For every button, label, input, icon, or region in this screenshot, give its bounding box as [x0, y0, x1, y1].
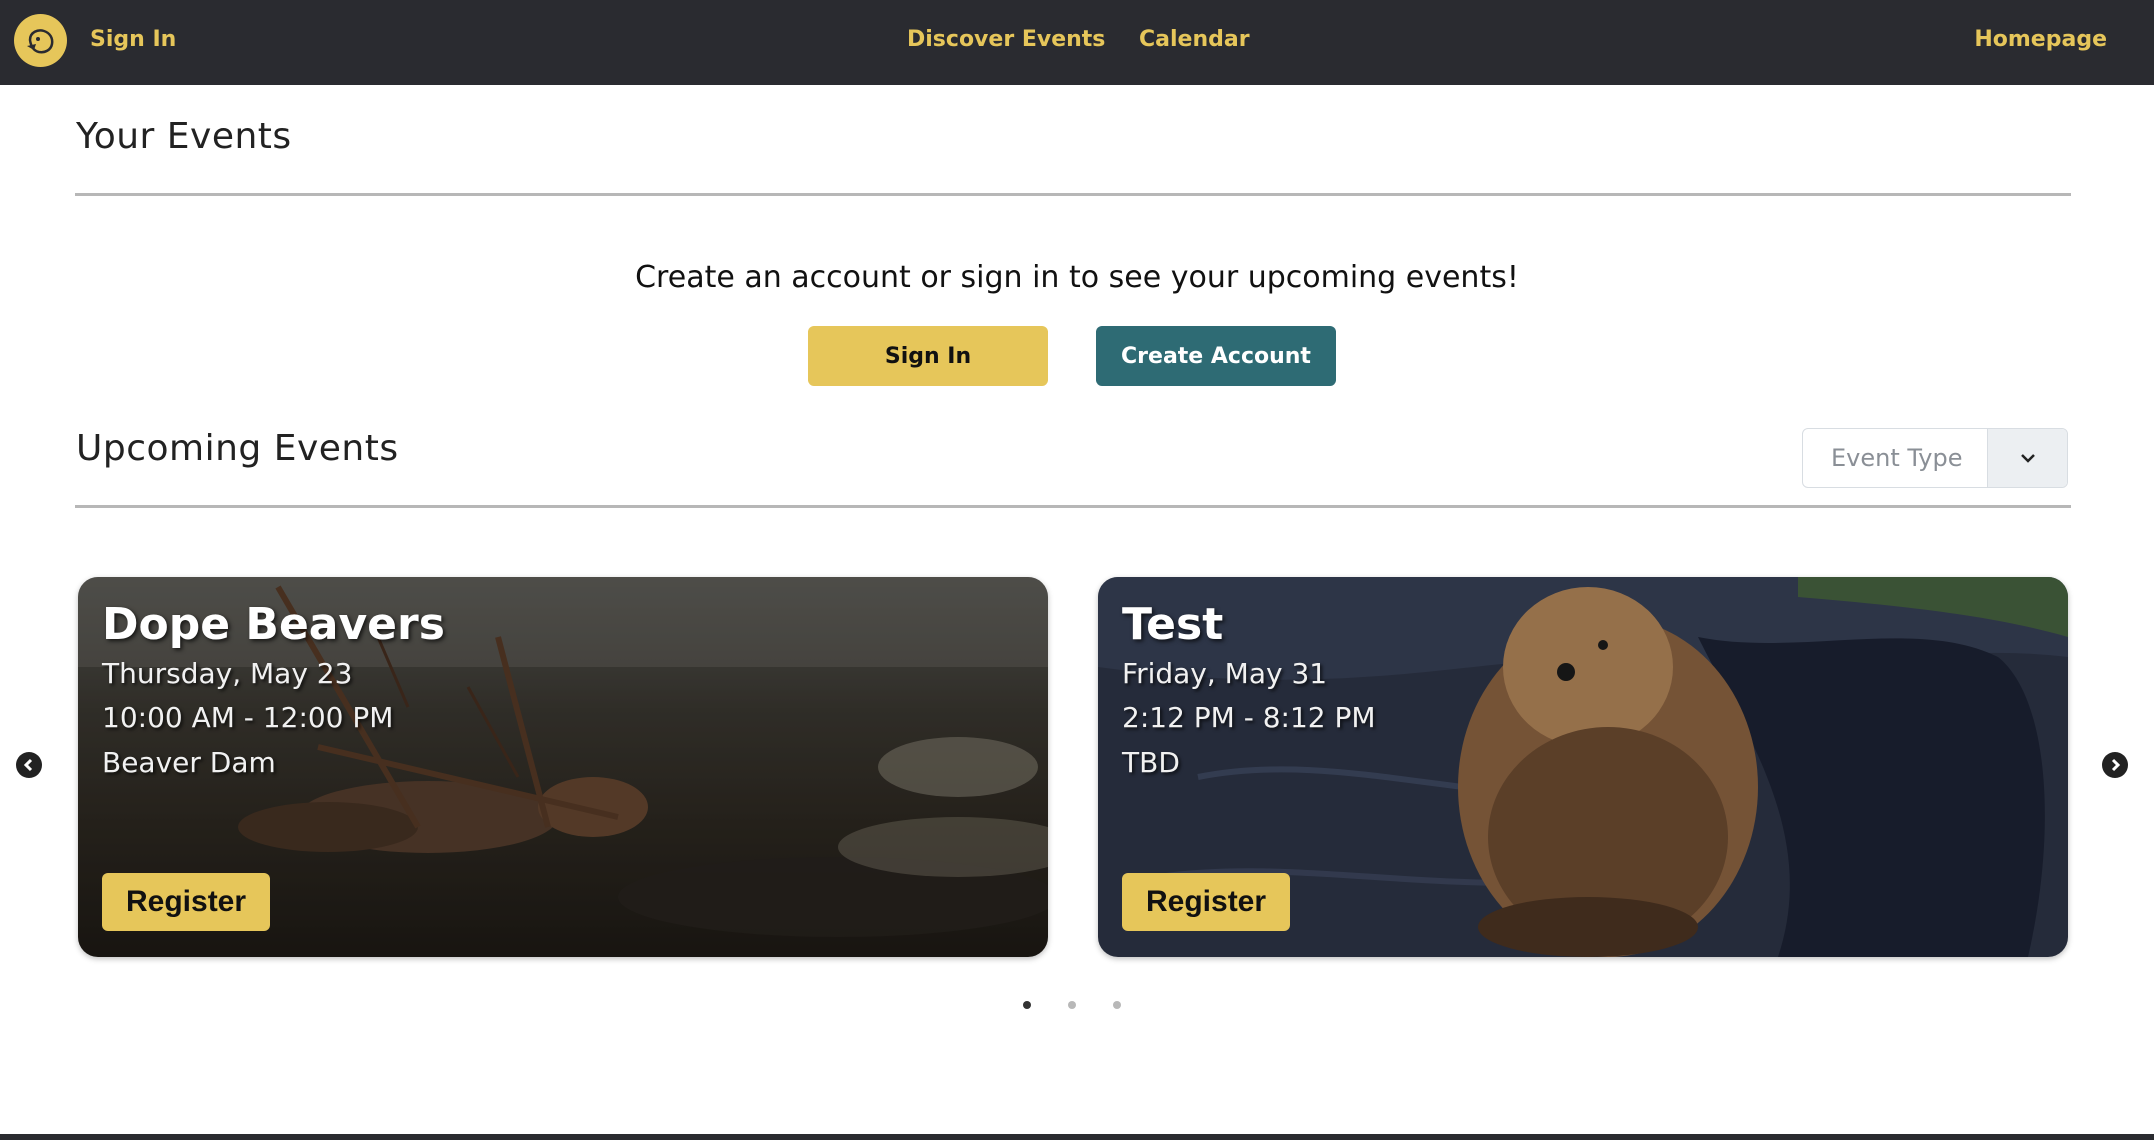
create-account-button[interactable]: Create Account: [1096, 326, 1336, 386]
carousel-dot-2[interactable]: [1068, 1001, 1076, 1009]
nav-homepage-link[interactable]: Homepage: [1974, 27, 2107, 52]
beaver-logo-icon[interactable]: [14, 14, 67, 67]
event-location: TBD: [1122, 746, 1180, 779]
chevron-down-icon[interactable]: [1987, 429, 2067, 487]
nav-sign-in-link[interactable]: Sign In: [90, 27, 176, 52]
event-type-dropdown[interactable]: Event Type: [1802, 428, 2068, 488]
event-date: Thursday, May 23: [102, 657, 353, 690]
event-time: 2:12 PM - 8:12 PM: [1122, 701, 1376, 734]
divider: [75, 193, 2071, 196]
event-title: Dope Beavers: [102, 599, 445, 650]
divider: [75, 505, 2071, 508]
carousel-prev-arrow-icon[interactable]: [16, 752, 42, 778]
event-time: 10:00 AM - 12:00 PM: [102, 701, 394, 734]
footer-bar: [0, 1134, 2154, 1140]
nav-calendar-link[interactable]: Calendar: [1139, 27, 1250, 52]
sign-in-button[interactable]: Sign In: [808, 326, 1048, 386]
event-card[interactable]: Dope Beavers Thursday, May 23 10:00 AM -…: [78, 577, 1048, 957]
sign-in-prompt: Create an account or sign in to see your…: [635, 260, 1519, 295]
top-navbar: Sign In Discover Events Calendar Homepag…: [0, 0, 2154, 85]
your-events-heading: Your Events: [76, 116, 292, 157]
carousel-dot-1[interactable]: [1023, 1001, 1031, 1009]
event-date: Friday, May 31: [1122, 657, 1328, 690]
event-title: Test: [1122, 599, 1224, 650]
event-location: Beaver Dam: [102, 746, 276, 779]
register-button[interactable]: Register: [1122, 873, 1291, 931]
upcoming-events-heading: Upcoming Events: [76, 428, 399, 469]
event-card[interactable]: Test Friday, May 31 2:12 PM - 8:12 PM TB…: [1098, 577, 2068, 957]
carousel-next-arrow-icon[interactable]: [2102, 752, 2128, 778]
nav-discover-events-link[interactable]: Discover Events: [907, 27, 1105, 52]
register-button[interactable]: Register: [102, 873, 271, 931]
carousel-dot-3[interactable]: [1113, 1001, 1121, 1009]
event-type-placeholder: Event Type: [1831, 444, 1963, 472]
